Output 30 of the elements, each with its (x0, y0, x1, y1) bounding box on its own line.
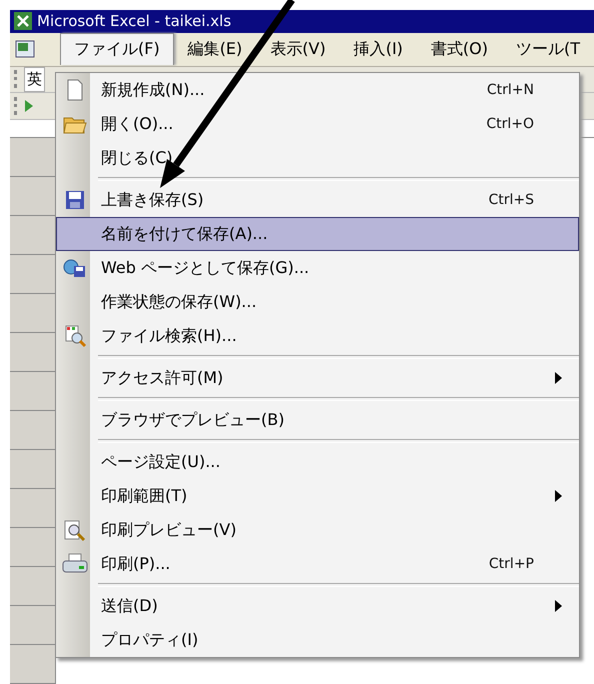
menu-item[interactable]: ページ設定(U)... (56, 445, 579, 479)
play-icon[interactable] (24, 99, 34, 114)
menu-bar-item[interactable]: 編集(E) (174, 32, 256, 66)
menu-bar-item[interactable]: ツール(T (502, 32, 594, 66)
menu-item[interactable]: 上書き保存(S) Ctrl+S (56, 183, 579, 217)
spreadsheet-app-icon (14, 12, 32, 30)
blank-page-icon (66, 79, 84, 101)
menu-bar-item[interactable]: 書式(O) (416, 32, 502, 66)
menu-item[interactable]: アクセス許可(M) (56, 361, 579, 395)
menu-item[interactable]: 印刷プレビュー(V) (56, 513, 579, 547)
magnifier-page-icon (63, 518, 87, 542)
menu-bar-item[interactable]: ファイル(F) (60, 33, 174, 66)
menu-item[interactable]: 名前を付けて保存(A)... (56, 217, 579, 251)
menu-item[interactable]: 作業状態の保存(W)... (56, 285, 579, 319)
font-field[interactable]: 英 (24, 66, 45, 92)
menu-item[interactable]: Web ページとして保存(G)... (56, 251, 579, 285)
menu-bar-item[interactable]: 挿入(I) (340, 32, 417, 66)
menu-item[interactable]: 開く(O)... Ctrl+O (56, 107, 579, 141)
menu-item[interactable]: 新規作成(N)... Ctrl+N (56, 73, 579, 107)
printer-icon (62, 553, 88, 575)
menu-item[interactable]: プロパティ(I) (56, 623, 579, 657)
menu-item[interactable]: ブラウザでプレビュー(B) (56, 403, 579, 437)
window-title: Microsoft Excel - taikei.xls (37, 12, 232, 30)
menu-item[interactable]: 印刷範囲(T) (56, 479, 579, 513)
menu-item[interactable]: 印刷(P)... Ctrl+P (56, 547, 579, 581)
menu-item[interactable]: 送信(D) (56, 589, 579, 623)
file-search-icon (63, 324, 87, 348)
menu-bar-item[interactable]: 表示(V) (256, 32, 340, 66)
globe-page-icon (63, 258, 87, 278)
menu-item[interactable]: ファイル検索(H)... (56, 319, 579, 353)
